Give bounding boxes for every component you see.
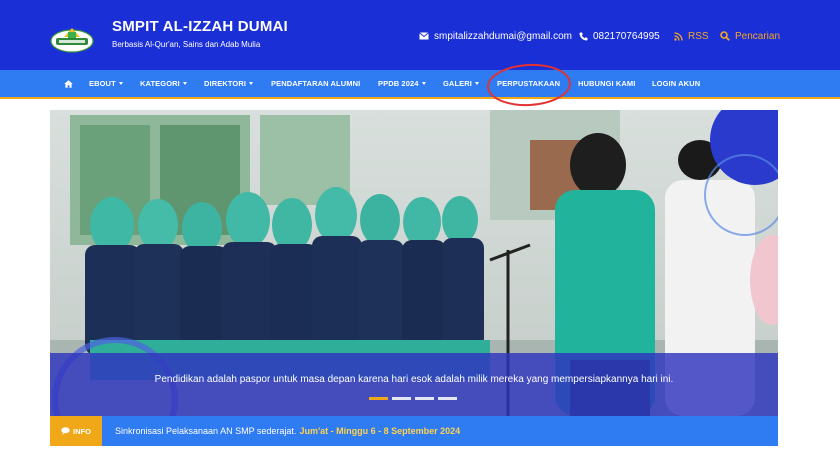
caret-down-icon [421,82,426,85]
search-icon [720,31,730,41]
phone-link[interactable]: 082170764995 [579,29,660,43]
nav-label: HUBUNGI KAMI [578,79,636,88]
nav-hubungi-kami[interactable]: HUBUNGI KAMI [578,70,635,97]
phone-text: 082170764995 [593,30,660,42]
nav-ppdb-2024[interactable]: PPDB 2024 [378,70,426,97]
slide-dot-2[interactable] [392,397,411,400]
ticker-text: Sinkronisasi Pelaksanaan AN SMP sederaja… [115,426,297,436]
nav-label: GALERI [443,79,472,88]
caret-down-icon [474,82,479,85]
slide-dot-4[interactable] [438,397,457,400]
ticker-message[interactable]: Sinkronisasi Pelaksanaan AN SMP sederaja… [115,416,460,446]
search-link[interactable]: Pencarian [720,29,780,43]
nav-label: PENDAFTARAN ALUMNI [271,79,361,88]
top-header: SMPIT AL-IZZAH DUMAI Berbasis Al-Qur'an,… [0,0,840,70]
ticker-date: Jum'at - Minggu 6 - 8 September 2024 [299,426,461,436]
rss-text: RSS [688,30,709,42]
caret-down-icon [118,82,123,85]
info-label: INFO [73,426,91,436]
info-ticker: INFO Sinkronisasi Pelaksanaan AN SMP sed… [50,416,778,446]
slide-caption: Pendidikan adalah paspor untuk masa depa… [154,374,674,385]
email-link[interactable]: smpitalizzahdumai@gmail.com [419,29,572,43]
rss-icon [674,31,683,41]
nav-ebout[interactable]: EBOUT [89,70,123,97]
envelope-icon [419,32,429,40]
nav-label: PERPUSTAKAAN [497,79,561,88]
nav-direktori[interactable]: DIREKTORI [204,70,254,97]
nav-login-akun[interactable]: LOGIN AKUN [652,70,700,97]
slide-dot-1[interactable] [369,397,388,400]
nav-perpustakaan[interactable]: PERPUSTAKAAN [497,70,560,97]
caret-down-icon [182,82,187,85]
home-icon [64,79,73,88]
chat-bubble-icon [61,427,70,435]
phone-icon [579,32,588,40]
info-badge: INFO [50,416,102,446]
main-navbar: EBOUT KATEGORI DIREKTORI PENDAFTARAN ALU… [0,70,840,99]
nav-label: LOGIN AKUN [652,79,701,88]
email-text: smpitalizzahdumai@gmail.com [434,30,572,42]
nav-label: DIREKTORI [204,79,247,88]
rss-link[interactable]: RSS [674,29,709,43]
nav-galeri[interactable]: GALERI [443,70,479,97]
search-text: Pencarian [735,30,781,42]
slide-dot-3[interactable] [415,397,434,400]
nav-kategori[interactable]: KATEGORI [140,70,187,97]
site-title[interactable]: SMPIT AL-IZZAH DUMAI [112,18,288,35]
school-logo[interactable] [50,23,94,53]
nav-label: EBOUT [89,79,116,88]
nav-label: KATEGORI [140,79,180,88]
site-tagline: Berbasis Al-Qur'an, Sains dan Adab Mulia [112,40,261,49]
hero-slider[interactable]: Pendidikan adalah paspor untuk masa depa… [50,110,778,416]
nav-pendaftaran-alumni[interactable]: PENDAFTARAN ALUMNI [271,70,360,97]
slider-dots [369,397,457,400]
nav-home[interactable] [64,70,73,97]
caret-down-icon [249,82,254,85]
nav-label: PPDB 2024 [378,79,419,88]
